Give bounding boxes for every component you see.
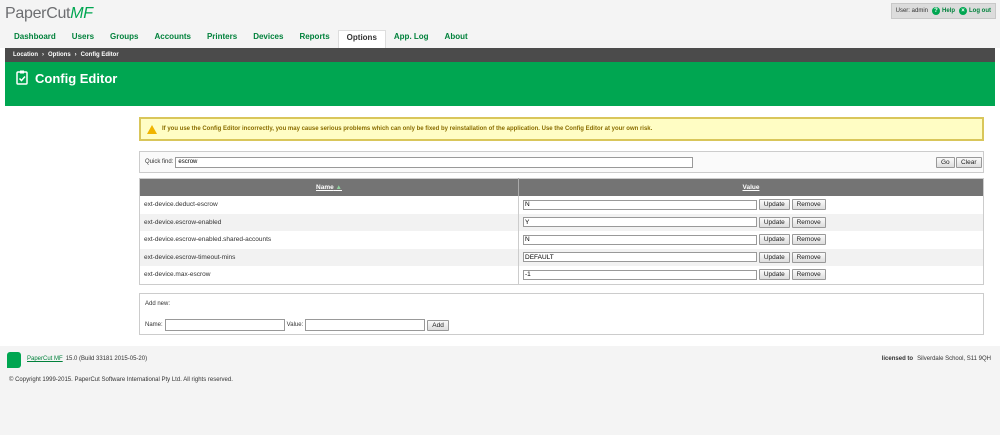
nav-reports[interactable]: Reports (291, 30, 337, 48)
breadcrumb-item: Config Editor (80, 52, 119, 58)
page-title: Config Editor (35, 71, 118, 86)
config-table: Name ▲ Value ext-device.deduct-escrow Up… (139, 178, 984, 285)
breadcrumb-separator: › (42, 52, 44, 58)
config-value-input[interactable] (523, 217, 757, 228)
table-row: ext-device.deduct-escrow Update Remove (139, 196, 984, 214)
licensed-label: licensed to (881, 356, 914, 362)
remove-button[interactable]: Remove (791, 269, 826, 281)
update-button[interactable]: Update (758, 251, 790, 263)
help-icon: ? (931, 7, 940, 15)
nav-printers[interactable]: Printers (199, 30, 245, 48)
breadcrumb-item[interactable]: Location (13, 52, 38, 58)
table-row: ext-device.max-escrow Update Remove (139, 266, 984, 284)
main-content: If you use the Config Editor incorrectly… (5, 106, 995, 346)
name-column-header[interactable]: Name ▲ (139, 178, 519, 196)
nav-about[interactable]: About (437, 30, 476, 48)
config-value-cell: Update Remove (519, 196, 984, 214)
breadcrumb-item[interactable]: Options (48, 52, 71, 58)
copyright: © Copyright 1999-2015. PaperCut Software… (9, 377, 233, 383)
config-value-cell: Update Remove (519, 231, 984, 249)
update-button[interactable]: Update (758, 216, 790, 228)
quick-find-label: Quick find: (145, 159, 174, 165)
warning-banner: If you use the Config Editor incorrectly… (139, 117, 984, 141)
add-new-label: Add new: (145, 301, 171, 307)
table-row: ext-device.escrow-enabled.shared-account… (139, 231, 984, 249)
update-button[interactable]: Update (758, 199, 790, 211)
licensee: Silverdale School, S11 9QH (917, 356, 991, 362)
remove-button[interactable]: Remove (791, 216, 826, 228)
name-label: Name: (145, 322, 163, 328)
main-nav: Dashboard Users Groups Accounts Printers Devi… (6, 30, 476, 49)
config-value-input[interactable] (523, 199, 757, 210)
nav-app-log[interactable]: App. Log (386, 30, 437, 48)
page-title-bar: Config Editor (5, 62, 995, 106)
license-info: licensed to Silverdale School, S11 9QH (882, 356, 991, 362)
nav-devices[interactable]: Devices (245, 30, 291, 48)
nav-accounts[interactable]: Accounts (147, 30, 199, 48)
new-value-input[interactable] (305, 319, 426, 331)
go-button[interactable]: Go (936, 157, 955, 168)
config-value-input[interactable] (523, 269, 757, 280)
config-name: ext-device.max-escrow (139, 266, 519, 284)
nav-groups[interactable]: Groups (102, 30, 146, 48)
version-info: PaperCut MF 15.0 (Build 33181 2015-05-20… (27, 356, 147, 362)
config-name: ext-device.escrow-timeout-mins (139, 248, 519, 266)
update-button[interactable]: Update (758, 269, 790, 281)
quick-find-input[interactable] (175, 156, 694, 168)
config-name: ext-device.escrow-enabled (139, 213, 519, 231)
user-box: User: admin ? Help × Log out (890, 3, 996, 19)
clipboard-icon (16, 70, 28, 85)
warning-text: If you use the Config Editor incorrectly… (162, 126, 653, 132)
product-link[interactable]: PaperCut MF (27, 356, 63, 362)
close-icon: × (959, 7, 967, 15)
add-new-panel: Add new: Name: Value: Add (139, 293, 984, 335)
papercut-footer-logo (7, 352, 21, 368)
user-label: User: admin (895, 8, 928, 14)
remove-button[interactable]: Remove (791, 234, 826, 246)
config-value-cell: Update Remove (518, 248, 984, 266)
clear-button[interactable]: Clear (956, 157, 982, 168)
version-text: 15.0 (Build 33181 2015-05-20) (65, 356, 148, 362)
config-value-cell: Update Remove (518, 213, 984, 231)
value-column-header[interactable]: Value (518, 178, 984, 196)
sort-asc-icon: ▲ (335, 184, 342, 191)
config-value-cell: Update Remove (519, 266, 984, 284)
breadcrumb-separator: › (74, 52, 77, 58)
footer: PaperCut MF 15.0 (Build 33181 2015-05-20… (0, 346, 1000, 435)
config-value-input[interactable] (523, 252, 757, 263)
config-value-input[interactable] (523, 234, 757, 245)
nav-dashboard[interactable]: Dashboard (6, 30, 64, 48)
nav-options[interactable]: Options (337, 30, 386, 49)
table-row: ext-device.escrow-timeout-mins Update Re… (139, 248, 984, 266)
config-name: ext-device.deduct-escrow (139, 196, 519, 214)
remove-button[interactable]: Remove (791, 251, 826, 263)
logout-link[interactable]: × Log out (959, 7, 991, 15)
remove-button[interactable]: Remove (791, 199, 826, 211)
add-button[interactable]: Add (427, 319, 449, 331)
new-name-input[interactable] (164, 319, 285, 331)
papercut-logo[interactable]: PaperCutMF (5, 5, 93, 23)
value-label: Value: (286, 322, 304, 328)
help-link[interactable]: ? Help (931, 7, 955, 15)
quick-find-bar: Quick find: Go Clear (139, 151, 984, 173)
nav-users[interactable]: Users (64, 30, 102, 48)
table-row: ext-device.escrow-enabled Update Remove (139, 213, 984, 231)
header: PaperCutMF User: admin ? Help × Log out Da… (0, 0, 1000, 49)
update-button[interactable]: Update (758, 234, 790, 246)
warning-icon (147, 124, 157, 134)
config-name: ext-device.escrow-enabled.shared-account… (139, 231, 519, 249)
breadcrumb: Location › Options › Config Editor (5, 48, 995, 62)
